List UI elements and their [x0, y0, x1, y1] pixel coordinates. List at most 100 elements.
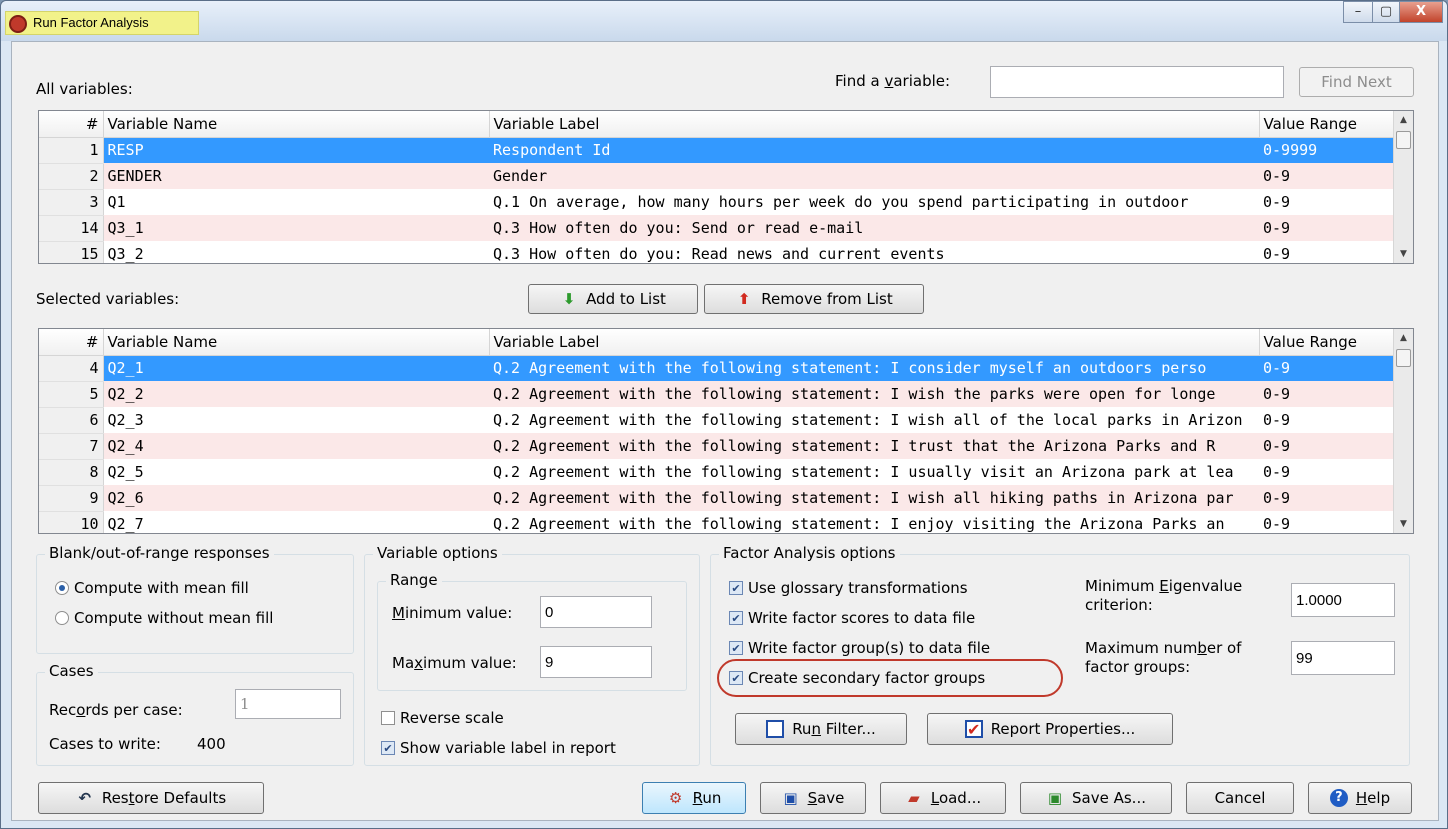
- cell-value-range[interactable]: 0-9: [1259, 433, 1395, 459]
- cell-variable-label[interactable]: Q.2 Agreement with the following stateme…: [489, 381, 1259, 407]
- cell-variable-name[interactable]: Q2_6: [103, 485, 489, 511]
- cell-number[interactable]: 15: [39, 241, 104, 263]
- scroll-up-icon[interactable]: ▲: [1394, 329, 1413, 347]
- selected-grid-scrollbar[interactable]: ▲ ▼: [1393, 329, 1413, 533]
- save-button[interactable]: ▣ Save: [760, 782, 866, 814]
- cell-variable-label[interactable]: Q.2 Agreement with the following stateme…: [489, 355, 1259, 381]
- cell-variable-label[interactable]: Q.2 Agreement with the following stateme…: [489, 407, 1259, 433]
- col-header-range[interactable]: Value Range: [1259, 329, 1396, 356]
- cell-variable-label[interactable]: Q.2 Agreement with the following stateme…: [489, 511, 1259, 533]
- cell-value-range[interactable]: 0-9: [1259, 407, 1395, 433]
- table-row[interactable]: 3 Q1 Q.1 On average, how many hours per we…: [39, 189, 1395, 216]
- restore-defaults-button[interactable]: ↶ Restore Defaults: [38, 782, 264, 814]
- cell-number[interactable]: 14: [39, 215, 104, 242]
- cell-value-range[interactable]: 0-9: [1259, 381, 1395, 407]
- write-factor-scores-checkbox[interactable]: ✔ Write factor scores to data file: [729, 609, 975, 627]
- save-as-button[interactable]: ▣ Save As...: [1020, 782, 1172, 814]
- records-per-case-input[interactable]: [235, 689, 341, 719]
- cell-number[interactable]: 10: [39, 511, 104, 533]
- scroll-thumb[interactable]: [1396, 131, 1411, 149]
- cancel-button[interactable]: Cancel: [1186, 782, 1294, 814]
- reverse-scale-checkbox[interactable]: Reverse scale: [381, 709, 504, 727]
- table-row[interactable]: 4 Q2_1 Q.2 Agreement with the following st…: [39, 355, 1395, 382]
- min-eigenvalue-input[interactable]: [1291, 583, 1395, 617]
- run-button[interactable]: ⚙ Run: [642, 782, 746, 814]
- cell-value-range[interactable]: 0-9: [1259, 459, 1395, 485]
- cell-number[interactable]: 7: [39, 433, 104, 460]
- cell-variable-name[interactable]: RESP: [103, 137, 489, 163]
- all-grid-scrollbar[interactable]: ▲ ▼: [1393, 111, 1413, 263]
- glossary-transformations-checkbox[interactable]: ✔ Use glossary transformations: [729, 579, 968, 597]
- find-next-button[interactable]: Find Next: [1299, 67, 1414, 97]
- scroll-down-icon[interactable]: ▼: [1394, 515, 1413, 533]
- maximize-button[interactable]: ▢: [1372, 1, 1400, 23]
- table-row[interactable]: 2 GENDER Gender 0-9: [39, 163, 1395, 190]
- close-button[interactable]: X: [1399, 1, 1443, 23]
- cell-variable-name[interactable]: Q2_3: [103, 407, 489, 433]
- cell-variable-label[interactable]: Q.2 Agreement with the following stateme…: [489, 485, 1259, 511]
- show-variable-label-checkbox[interactable]: ✔ Show variable label in report: [381, 739, 616, 757]
- col-header-label[interactable]: Variable Label: [489, 329, 1260, 356]
- report-properties-button[interactable]: ✔ Report Properties...: [927, 713, 1173, 745]
- table-row[interactable]: 14 Q3_1 Q.3 How often do you: Send or read…: [39, 215, 1395, 242]
- minimize-button[interactable]: –: [1343, 1, 1373, 23]
- cell-variable-label[interactable]: Q.3 How often do you: Send or read e-mai…: [489, 215, 1259, 241]
- scroll-down-icon[interactable]: ▼: [1394, 245, 1413, 263]
- find-variable-input[interactable]: [990, 66, 1284, 98]
- write-factor-groups-checkbox[interactable]: ✔ Write factor group(s) to data file: [729, 639, 990, 657]
- table-row[interactable]: 15 Q3_2 Q.3 How often do you: Read news an…: [39, 241, 1395, 263]
- col-header-number[interactable]: #: [39, 111, 104, 138]
- cell-variable-label[interactable]: Gender: [489, 163, 1259, 189]
- cell-number[interactable]: 8: [39, 459, 104, 486]
- table-row[interactable]: 10 Q2_7 Q.2 Agreement with the following s…: [39, 511, 1395, 533]
- cell-variable-label[interactable]: Q.1 On average, how many hours per week …: [489, 189, 1259, 215]
- remove-from-list-button[interactable]: ⬆ Remove from List: [704, 284, 924, 314]
- cell-variable-label[interactable]: Respondent Id: [489, 137, 1259, 163]
- col-header-name[interactable]: Variable Name: [103, 329, 490, 356]
- run-filter-button[interactable]: Run Filter...: [735, 713, 907, 745]
- minimum-value-input[interactable]: [540, 596, 652, 628]
- cell-variable-label[interactable]: Q.3 How often do you: Read news and curr…: [489, 241, 1259, 263]
- scroll-thumb[interactable]: [1396, 349, 1411, 367]
- table-row[interactable]: 5 Q2_2 Q.2 Agreement with the following st…: [39, 381, 1395, 408]
- col-header-name[interactable]: Variable Name: [103, 111, 490, 138]
- cell-value-range[interactable]: 0-9: [1259, 215, 1395, 241]
- cell-value-range[interactable]: 0-9: [1259, 241, 1395, 263]
- table-row[interactable]: 8 Q2_5 Q.2 Agreement with the following st…: [39, 459, 1395, 486]
- cell-variable-label[interactable]: Q.2 Agreement with the following stateme…: [489, 433, 1259, 459]
- all-variables-grid[interactable]: # Variable Name Variable Label Value Ran…: [38, 110, 1414, 264]
- cell-variable-label[interactable]: Q.2 Agreement with the following stateme…: [489, 459, 1259, 485]
- cell-value-range[interactable]: 0-9: [1259, 485, 1395, 511]
- table-row[interactable]: 7 Q2_4 Q.2 Agreement with the following st…: [39, 433, 1395, 460]
- col-header-range[interactable]: Value Range: [1259, 111, 1396, 138]
- cell-number[interactable]: 3: [39, 189, 104, 216]
- no-mean-fill-radio[interactable]: Compute without mean fill: [55, 609, 273, 627]
- cell-number[interactable]: 1: [39, 137, 104, 164]
- cell-variable-name[interactable]: Q2_5: [103, 459, 489, 485]
- col-header-number[interactable]: #: [39, 329, 104, 356]
- cell-value-range[interactable]: 0-9: [1259, 355, 1395, 381]
- table-row[interactable]: 6 Q2_3 Q.2 Agreement with the following st…: [39, 407, 1395, 434]
- maximum-value-input[interactable]: [540, 646, 652, 678]
- cell-value-range[interactable]: 0-9: [1259, 189, 1395, 215]
- cell-variable-name[interactable]: Q3_1: [103, 215, 489, 241]
- cell-variable-name[interactable]: GENDER: [103, 163, 489, 189]
- cell-variable-name[interactable]: Q2_4: [103, 433, 489, 459]
- cell-number[interactable]: 9: [39, 485, 104, 512]
- table-row[interactable]: 1 RESP Respondent Id 0-9999: [39, 137, 1395, 164]
- selected-variables-grid[interactable]: # Variable Name Variable Label Value Ran…: [38, 328, 1414, 534]
- cell-variable-name[interactable]: Q2_1: [103, 355, 489, 381]
- cell-value-range[interactable]: 0-9: [1259, 163, 1395, 189]
- cell-variable-name[interactable]: Q2_7: [103, 511, 489, 533]
- col-header-label[interactable]: Variable Label: [489, 111, 1260, 138]
- table-row[interactable]: 9 Q2_6 Q.2 Agreement with the following st…: [39, 485, 1395, 512]
- cell-variable-name[interactable]: Q2_2: [103, 381, 489, 407]
- cell-variable-name[interactable]: Q1: [103, 189, 489, 215]
- cell-value-range[interactable]: 0-9: [1259, 511, 1395, 533]
- cell-value-range[interactable]: 0-9999: [1259, 137, 1395, 163]
- cell-variable-name[interactable]: Q3_2: [103, 241, 489, 263]
- cell-number[interactable]: 5: [39, 381, 104, 408]
- scroll-up-icon[interactable]: ▲: [1394, 111, 1413, 129]
- max-factor-groups-input[interactable]: [1291, 641, 1395, 675]
- mean-fill-radio[interactable]: Compute with mean fill: [55, 579, 249, 597]
